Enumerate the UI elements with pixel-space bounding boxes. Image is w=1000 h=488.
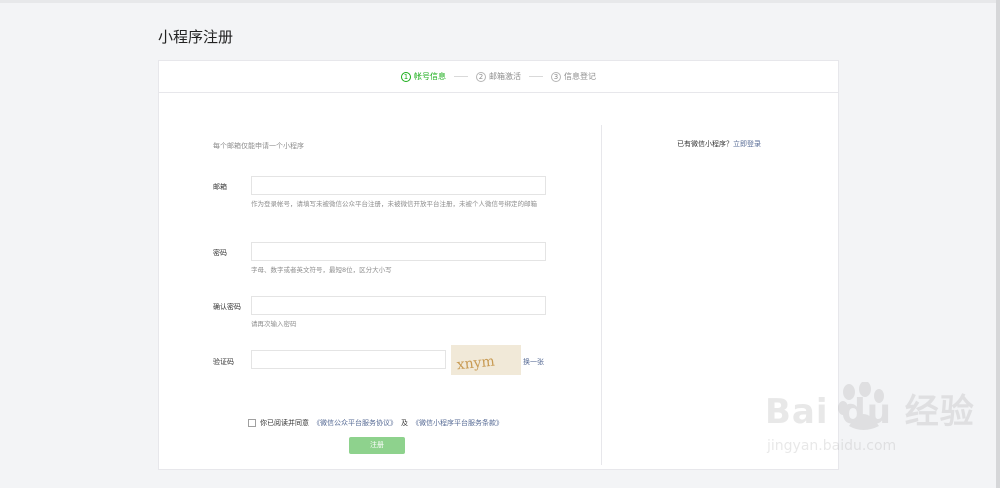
captcha-refresh-link[interactable]: 换一张 xyxy=(523,357,544,367)
baidu-jingyan-watermark: Bai du 经验 jingyan.baidu.com xyxy=(765,378,975,473)
captcha-glyphs: xnym xyxy=(456,353,496,373)
step-label: 信息登记 xyxy=(564,72,596,81)
captcha-image[interactable]: xnym xyxy=(451,345,521,375)
form-tip: 每个邮箱仅能申请一个小程序 xyxy=(213,142,304,150)
email-help: 作为登录帐号，请填写未被微信公众平台注册，未被微信开放平台注册，未被个人微信号绑… xyxy=(251,200,537,208)
registration-card: 1 帐号信息 2 邮箱激活 3 信息登记 每个邮箱仅能申请一个小程序 邮箱 作为… xyxy=(158,60,839,470)
login-link[interactable]: 立即登录 xyxy=(733,140,761,148)
agreement-row: 你已阅读并同意 《微信公众平台服务协议》 及 《微信小程序平台服务条款》 xyxy=(248,418,503,428)
watermark-url: jingyan.baidu.com xyxy=(767,438,897,454)
page-title: 小程序注册 xyxy=(158,28,234,46)
agreement-prefix: 你已阅读并同意 xyxy=(260,419,309,427)
step-separator xyxy=(529,76,543,77)
step-label: 邮箱激活 xyxy=(489,72,521,81)
password-help: 字母、数字或者英文符号，最短8位，区分大小写 xyxy=(251,266,392,274)
email-field[interactable] xyxy=(251,176,546,195)
confirm-password-help: 请再次输入密码 xyxy=(251,320,297,328)
step-number: 3 xyxy=(551,71,561,82)
top-border xyxy=(0,0,1000,3)
column-divider xyxy=(601,125,602,465)
step-email-activation: 2 邮箱激活 xyxy=(476,71,521,82)
step-label: 帐号信息 xyxy=(414,72,446,81)
confirm-password-label: 确认密码 xyxy=(213,303,241,311)
captcha-field[interactable] xyxy=(251,350,446,369)
password-field[interactable] xyxy=(251,242,546,261)
step-number: 1 xyxy=(401,71,411,82)
step-info-registration: 3 信息登记 xyxy=(551,71,596,82)
captcha-text: xnym xyxy=(456,353,496,373)
agreement-link-platform[interactable]: 《微信公众平台服务协议》 xyxy=(313,418,397,428)
step-number: 2 xyxy=(476,71,486,82)
step-account-info: 1 帐号信息 xyxy=(401,71,446,82)
confirm-password-field[interactable] xyxy=(251,296,546,315)
existing-account-tip: 已有微信小程序？立即登录 xyxy=(677,139,761,149)
agreement-link-miniprogram[interactable]: 《微信小程序平台服务条款》 xyxy=(412,418,503,428)
agreement-checkbox[interactable] xyxy=(248,419,256,427)
watermark-brand: Bai du 经验 xyxy=(765,392,975,432)
password-label: 密码 xyxy=(213,249,227,257)
window-scrollbar[interactable] xyxy=(996,0,1000,488)
step-separator xyxy=(454,76,468,77)
existing-account-text: 已有微信小程序？ xyxy=(677,140,733,148)
register-button[interactable]: 注册 xyxy=(349,437,405,454)
step-indicator: 1 帐号信息 2 邮箱激活 3 信息登记 xyxy=(159,61,838,93)
captcha-label: 验证码 xyxy=(213,358,234,366)
email-label: 邮箱 xyxy=(213,183,227,191)
agreement-joiner: 及 xyxy=(401,419,408,427)
